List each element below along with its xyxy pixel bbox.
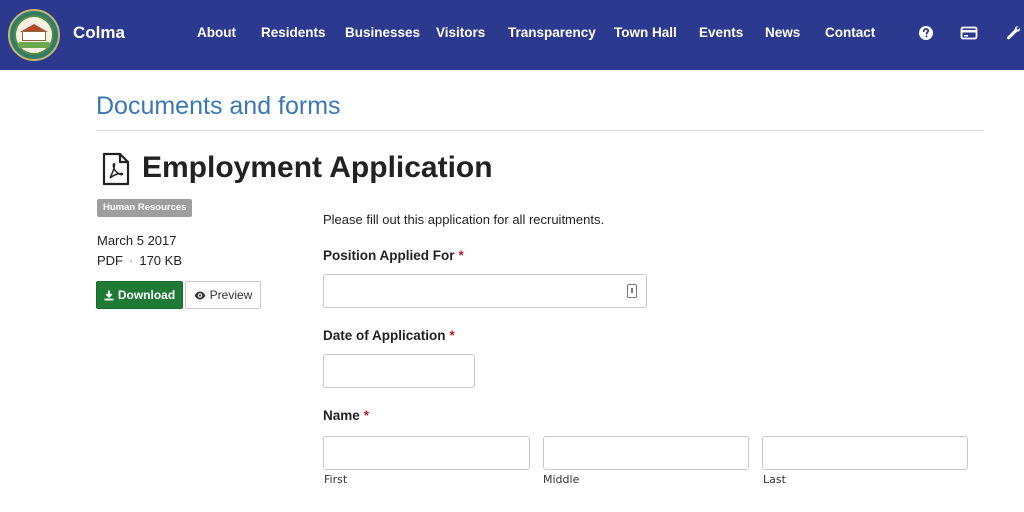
autofill-contact-icon[interactable] <box>627 284 637 298</box>
date-label: Date of Application * <box>323 328 455 343</box>
download-button[interactable]: Download <box>96 281 183 309</box>
preview-label: Preview <box>209 288 253 302</box>
preview-button[interactable]: Preview <box>185 281 261 309</box>
nav-residents[interactable]: Residents <box>261 25 326 40</box>
name-first-input[interactable] <box>323 436 530 470</box>
category-badge[interactable]: Human Resources <box>97 199 193 217</box>
position-label-text: Position Applied For <box>323 248 455 263</box>
form-intro: Please fill out this application for all… <box>323 212 605 227</box>
download-icon <box>104 290 114 300</box>
nav-businesses[interactable]: Businesses <box>345 25 420 40</box>
name-last-sublabel: Last <box>763 473 786 486</box>
name-first-sublabel: First <box>324 473 348 486</box>
seal-grass <box>18 42 50 48</box>
seal-building <box>22 31 46 41</box>
download-label: Download <box>117 288 176 302</box>
name-label: Name * <box>323 408 369 423</box>
document-date: March 5 2017 <box>97 233 177 248</box>
name-last-input[interactable] <box>762 436 968 470</box>
town-seal-logo[interactable] <box>8 9 60 61</box>
nav-contact[interactable]: Contact <box>825 25 875 40</box>
required-marker: * <box>363 408 370 423</box>
nav-news[interactable]: News <box>765 25 800 40</box>
file-type: PDF <box>97 253 123 268</box>
section-title[interactable]: Documents and forms <box>96 92 341 121</box>
help-icon[interactable] <box>917 24 935 42</box>
meta-separator: · <box>129 253 134 268</box>
required-marker: * <box>449 328 455 343</box>
document-title: Employment Application <box>142 151 493 184</box>
nav-town-hall[interactable]: Town Hall <box>614 25 677 40</box>
position-input[interactable] <box>323 274 647 308</box>
nav-events[interactable]: Events <box>699 25 743 40</box>
site-brand[interactable]: Colma <box>73 23 125 43</box>
file-meta: PDF · 170 KB <box>97 253 182 268</box>
title-divider <box>96 130 984 131</box>
name-middle-input[interactable] <box>543 436 749 470</box>
file-size: 170 KB <box>139 253 182 268</box>
date-input[interactable] <box>323 354 475 388</box>
nav-about[interactable]: About <box>197 25 236 40</box>
credit-card-icon[interactable] <box>960 24 978 42</box>
nav-visitors[interactable]: Visitors <box>436 25 485 40</box>
name-label-text: Name <box>323 408 360 423</box>
name-middle-sublabel: Middle <box>543 473 580 486</box>
eye-icon <box>194 291 206 299</box>
nav-transparency[interactable]: Transparency <box>508 25 596 40</box>
required-marker: * <box>458 248 464 263</box>
date-label-text: Date of Application <box>323 328 446 343</box>
wrench-icon[interactable] <box>1005 24 1023 42</box>
position-label: Position Applied For * <box>323 248 464 263</box>
top-navigation-bar: Colma About Residents Businesses Visitor… <box>0 0 1024 70</box>
pdf-file-icon <box>102 152 130 186</box>
